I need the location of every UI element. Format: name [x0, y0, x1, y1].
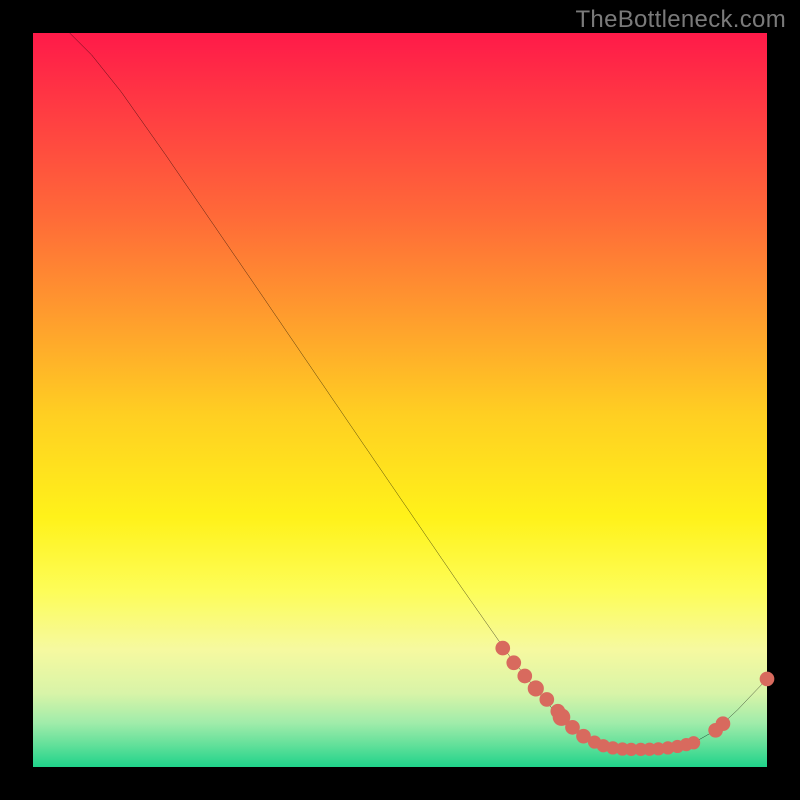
plot-area: [33, 33, 767, 767]
watermark-text: TheBottleneck.com: [575, 6, 786, 34]
chart-stage: TheBottleneck.com: [0, 0, 800, 800]
curve-marker: [506, 655, 521, 670]
bottleneck-curve: [70, 33, 767, 749]
curve-marker: [760, 672, 775, 687]
curve-marker: [495, 641, 510, 656]
curve-marker: [539, 692, 554, 707]
curve-marker: [716, 716, 731, 731]
curve-marker: [517, 669, 532, 684]
curve-layer: [33, 33, 767, 767]
curve-markers: [495, 641, 774, 756]
curve-marker: [687, 736, 700, 749]
curve-marker: [528, 680, 544, 696]
